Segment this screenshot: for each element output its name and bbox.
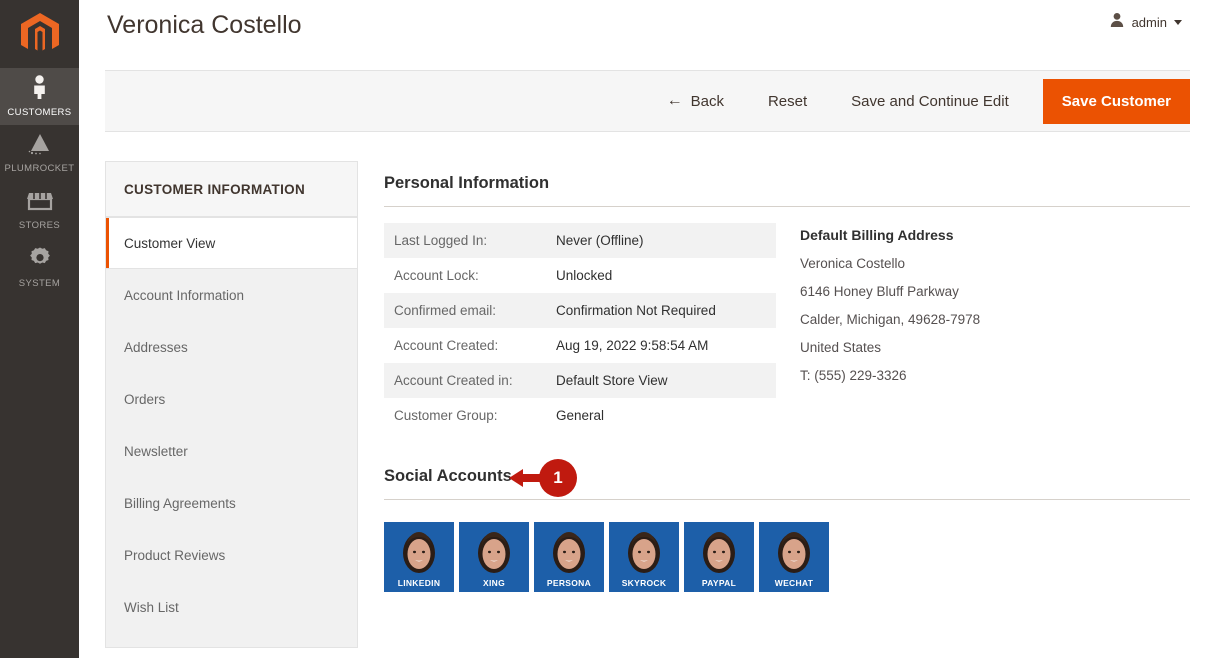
sidebar-item-label: STORES [18,220,61,231]
callout-number: 1 [539,459,577,497]
row-value: Never (Offline) [556,233,644,248]
row-value: Confirmation Not Required [556,303,716,318]
address-line: Veronica Costello [800,256,906,271]
rocket-icon [27,133,53,160]
social-account-tile[interactable]: PAYPAL [684,522,754,592]
section-divider [384,206,1190,207]
person-icon [31,75,48,104]
chevron-down-icon [1174,20,1182,25]
tab-customer-view[interactable]: Customer View [106,217,357,269]
primary-sidebar: CUSTOMERS PLUMROCKET STORES SYSTEM [0,0,79,658]
address-line: T: (555) 229-3326 [800,368,907,383]
row-label: Account Created: [394,338,499,353]
page-title: Veronica Costello [107,11,302,39]
sidebar-item-label: SYSTEM [18,278,61,289]
save-and-continue-edit-button[interactable]: Save and Continue Edit [829,93,1031,110]
social-accounts-header: Social Accounts 1 [384,459,1190,497]
avatar [546,526,592,578]
magento-logo-icon[interactable] [0,0,79,68]
sidebar-item-system[interactable]: SYSTEM [0,239,79,296]
row-label: Account Created in: [394,373,513,388]
tile-label: SKYROCK [621,578,667,588]
sidebar-item-stores[interactable]: STORES [0,182,79,239]
tab-account-information[interactable]: Account Information [106,269,357,321]
customer-information-panel: CUSTOMER INFORMATION Customer View Accou… [105,161,358,648]
sidebar-item-label: PLUMROCKET [4,163,75,174]
row-value: Default Store View [556,373,668,388]
table-row: Account Lock: Unlocked [384,258,776,293]
customer-information-title: CUSTOMER INFORMATION [106,162,357,217]
personal-information-table: Last Logged In: Never (Offline) Account … [384,223,776,433]
social-accounts-title: Social Accounts [384,467,512,485]
admin-menu[interactable]: admin [1109,12,1182,33]
table-row: Last Logged In: Never (Offline) [384,223,776,258]
social-account-tile[interactable]: XING [459,522,529,592]
table-row: Confirmed email: Confirmation Not Requir… [384,293,776,328]
table-row: Account Created in: Default Store View [384,363,776,398]
magento-logo-glyph [20,13,59,51]
tile-label: PAYPAL [701,578,737,588]
tile-label: XING [483,578,505,588]
social-account-tile[interactable]: SKYROCK [609,522,679,592]
address-line: 6146 Honey Bluff Parkway [800,284,959,299]
row-value: General [556,408,605,423]
avatar [771,526,817,578]
row-label: Customer Group: [394,408,498,423]
admin-page: CUSTOMERS PLUMROCKET STORES SYSTEM Veron… [0,0,1206,658]
table-row: Account Created: Aug 19, 2022 9:58:54 AM [384,328,776,363]
tab-product-reviews[interactable]: Product Reviews [106,529,357,581]
annotation-callout-1: 1 [509,459,577,497]
address-line: United States [800,340,882,355]
row-value: Unlocked [556,268,613,283]
avatar [696,526,742,578]
table-row: Customer Group: General [384,398,776,433]
sidebar-item-customers[interactable]: CUSTOMERS [0,68,79,125]
default-billing-address: Default Billing Address Veronica Costell… [800,227,1130,396]
action-toolbar: ← Back Reset Save and Continue Edit Save… [105,70,1190,132]
row-label: Confirmed email: [394,303,497,318]
row-value: Aug 19, 2022 9:58:54 AM [556,338,709,353]
callout-stem [523,474,543,482]
social-account-tile[interactable]: PERSONA [534,522,604,592]
social-accounts-section: Social Accounts 1 LINKEDIN XING PERSONA … [384,459,1190,592]
main-content: Personal Information Last Logged In: Nev… [384,161,1190,651]
personal-information-title: Personal Information [384,174,550,192]
address-line: Calder, Michigan, 49628-7978 [800,312,981,327]
avatar [471,526,517,578]
tab-billing-agreements[interactable]: Billing Agreements [106,477,357,529]
billing-address-title: Default Billing Address [800,227,954,243]
tile-label: PERSONA [546,578,592,588]
section-divider [384,499,1190,500]
tile-label: WECHAT [774,578,814,588]
user-avatar-icon [1109,12,1125,33]
page-header: Veronica Costello admin [79,0,1206,60]
sidebar-item-plumrocket[interactable]: PLUMROCKET [0,125,79,182]
row-label: Account Lock: [394,268,479,283]
tab-wish-list[interactable]: Wish List [106,581,357,633]
arrow-left-icon: ← [666,92,683,109]
back-label: Back [690,92,724,110]
admin-label: admin [1131,15,1167,30]
save-customer-button[interactable]: Save Customer [1042,78,1190,124]
personal-information-section: Personal Information [384,161,1190,207]
tab-addresses[interactable]: Addresses [106,321,357,373]
tab-orders[interactable]: Orders [106,373,357,425]
tab-newsletter[interactable]: Newsletter [106,425,357,477]
reset-button[interactable]: Reset [746,93,829,110]
gear-icon [28,246,52,275]
sidebar-item-label: CUSTOMERS [7,107,72,118]
social-accounts-tiles: LINKEDIN XING PERSONA SKYROCK PAYPAL WEC… [384,522,1190,592]
row-label: Last Logged In: [394,233,488,248]
avatar [621,526,667,578]
social-account-tile[interactable]: LINKEDIN [384,522,454,592]
tile-label: LINKEDIN [397,578,441,588]
back-button[interactable]: ← Back [645,93,746,110]
storefront-icon [26,190,53,217]
social-account-tile[interactable]: WECHAT [759,522,829,592]
avatar [396,526,442,578]
